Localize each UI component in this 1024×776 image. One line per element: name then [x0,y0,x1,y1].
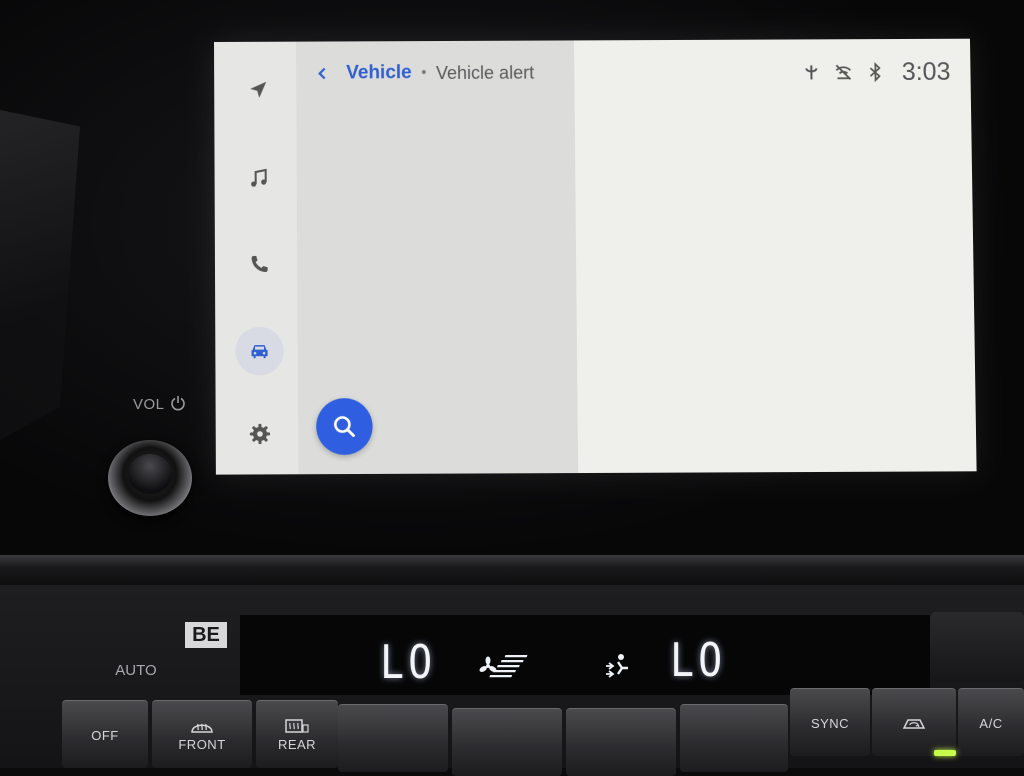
rail-item-music[interactable] [235,154,283,202]
gear-icon [249,423,271,445]
front-label: FRONT [178,737,226,752]
ac-button[interactable]: A/C [958,688,1024,756]
left-temperature: LO [380,636,437,690]
app-rail [214,41,299,475]
sync-button[interactable]: SYNC [790,688,870,756]
status-bar: 3:03 [802,57,951,88]
music-note-icon [250,168,267,187]
rear-defrost-button[interactable]: REAR [256,700,338,768]
rail-item-settings[interactable] [236,410,285,459]
rail-item-vehicle[interactable] [235,326,284,376]
sync-label: SYNC [810,716,850,731]
recirculation-indicator-light [934,750,956,756]
temp-down-left-button[interactable] [338,704,448,772]
fan-down-button[interactable] [452,708,562,776]
off-label: OFF [91,728,119,743]
page-title: Vehicle alert [435,62,535,83]
car-icon [251,345,268,359]
auto-button[interactable]: AUTO [96,650,176,690]
right-temperature: LO [670,634,727,688]
ac-label: A/C [979,716,1003,731]
breadcrumb-vehicle[interactable]: Vehicle [346,62,412,84]
airflow-mode-icon [606,654,628,678]
navigation-arrow-icon [250,81,267,98]
recirculation-icon [902,718,926,729]
clock: 3:03 [901,57,951,86]
wireless-charging-icon [805,65,818,80]
power-icon [171,396,185,411]
rail-item-navigation[interactable] [234,66,282,114]
rear-label: REAR [277,737,317,752]
climate-badge: BE [185,622,227,648]
alert-detail-pane [573,38,977,474]
breadcrumb-separator: • [419,65,429,82]
recirculation-button[interactable] [872,688,956,756]
search-button[interactable] [316,398,373,455]
infotainment-screen: Vehicle • Vehicle alert 3:03 [214,38,977,475]
no-signal-icon [835,64,852,80]
bluetooth-icon [869,62,881,83]
rail-item-phone[interactable] [235,240,283,289]
climate-off-button[interactable]: OFF [62,700,148,768]
front-defrost-button[interactable]: FRONT [152,700,252,768]
phone-icon [250,255,267,272]
volume-knob[interactable] [108,440,192,516]
fan-up-button[interactable] [566,708,676,776]
climate-display [240,615,930,695]
volume-label: VOL [133,396,165,413]
seat-heat-button[interactable] [930,612,1024,682]
fan-speed-icon [479,655,528,678]
trim-strip [0,555,1024,585]
front-defrost-icon [191,723,213,733]
search-icon [330,412,358,440]
back-chevron-icon[interactable] [312,63,332,83]
rear-defrost-icon [285,719,309,733]
breadcrumb: Vehicle • Vehicle alert [312,59,534,88]
temp-down-right-button[interactable] [680,704,788,772]
